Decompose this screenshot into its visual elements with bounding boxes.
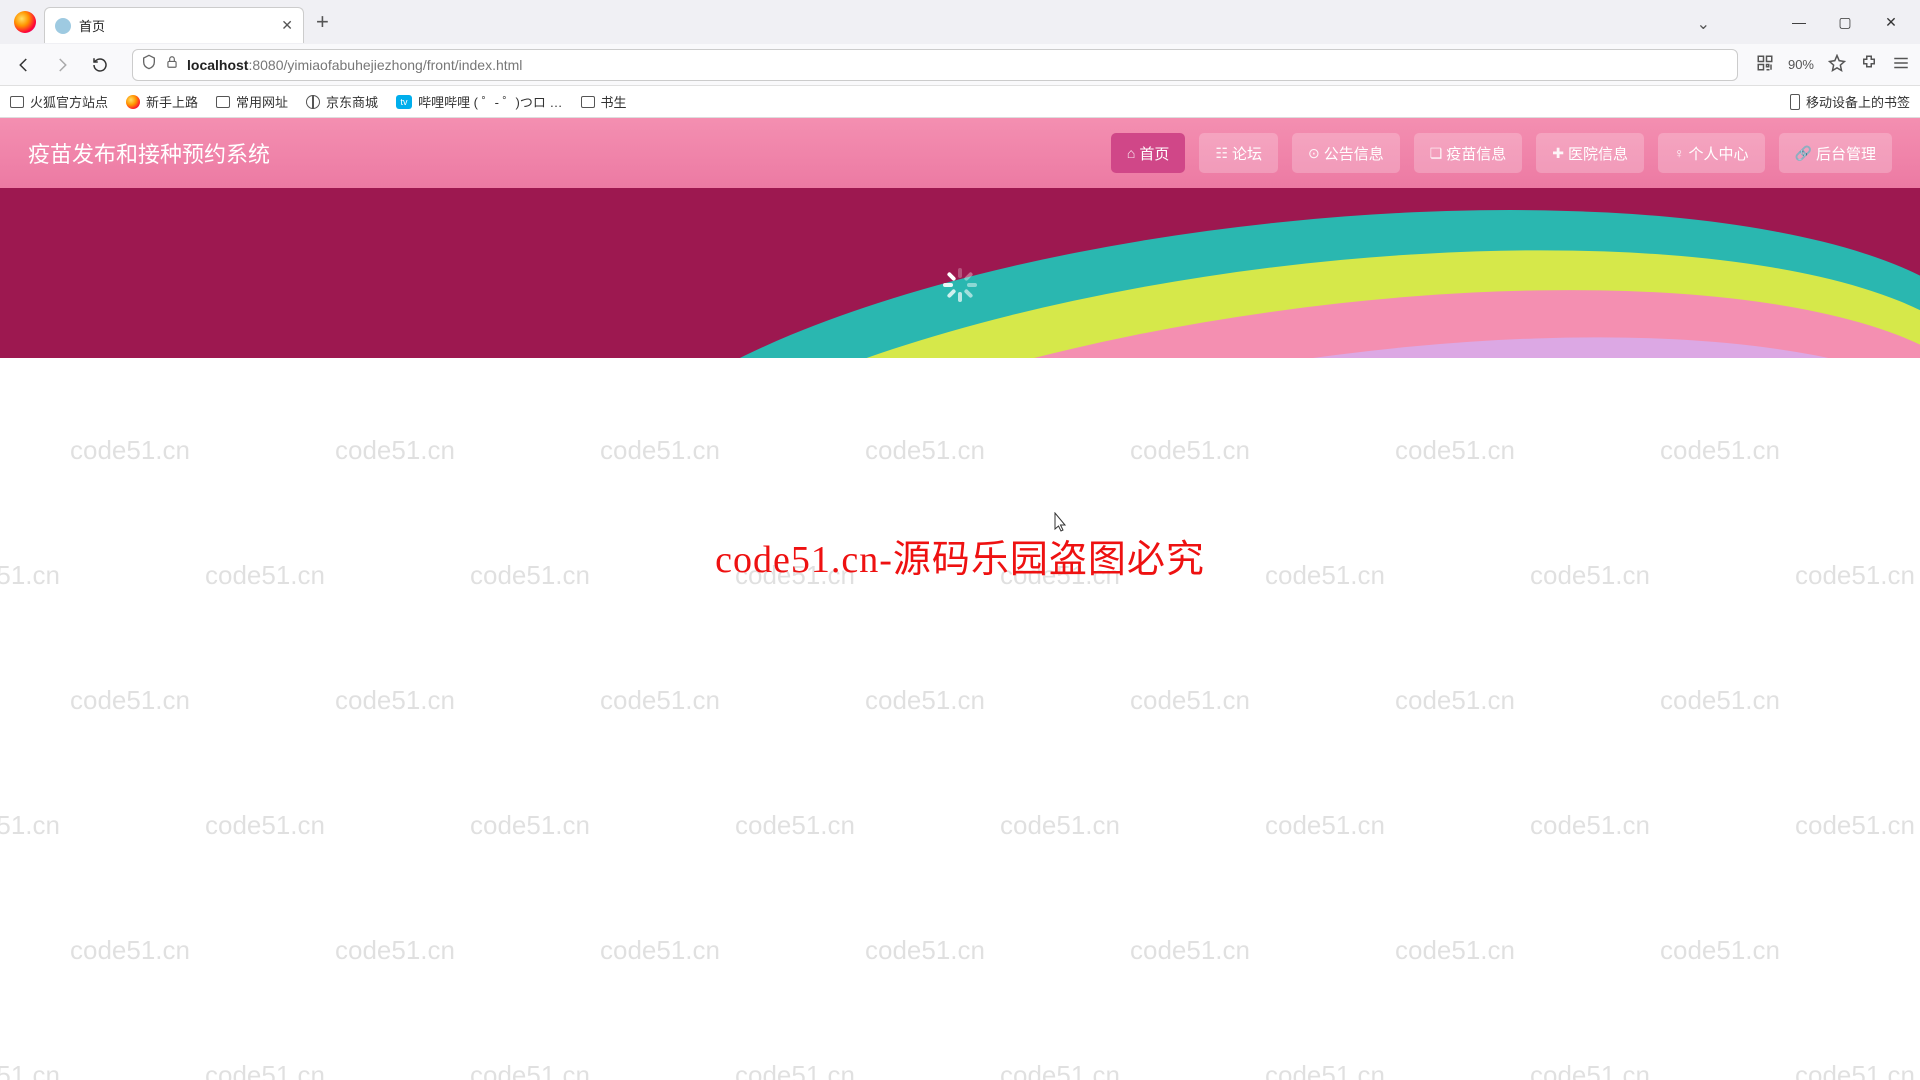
nav-item-icon: ⊙	[1308, 145, 1320, 162]
bookmark-item[interactable]: tv 哔哩哔哩 ( ゜- ゜)つロ …	[396, 92, 562, 111]
folder-icon	[216, 96, 230, 108]
nav-forward-button[interactable]	[48, 51, 76, 79]
mobile-bookmarks-button[interactable]: 移动设备上的书签	[1790, 92, 1910, 111]
bookmarks-bar: 火狐官方站点 新手上路 常用网址 京东商城 tv 哔哩哔哩 ( ゜- ゜)つロ … 书生 移…	[0, 86, 1920, 118]
bookmark-label: 常用网址	[236, 92, 288, 111]
lock-icon	[165, 55, 179, 74]
nav-item[interactable]: ✚医院信息	[1536, 133, 1644, 173]
mobile-bookmarks-label: 移动设备上的书签	[1806, 92, 1910, 111]
folder-icon	[581, 96, 595, 108]
nav-back-button[interactable]	[10, 51, 38, 79]
nav-item-icon: ⌂	[1127, 145, 1135, 161]
bookmark-item[interactable]: 新手上路	[126, 92, 198, 111]
phone-icon	[1790, 94, 1800, 110]
qr-icon[interactable]	[1756, 54, 1774, 75]
bookmark-item[interactable]: 京东商城	[306, 92, 378, 111]
shield-icon	[141, 54, 157, 75]
bookmark-item[interactable]: 书生	[581, 92, 627, 111]
nav-item-label: 疫苗信息	[1446, 143, 1506, 164]
zoom-level[interactable]: 90%	[1788, 57, 1814, 72]
loading-spinner-icon	[943, 268, 977, 302]
browser-tabstrip: 首页 ✕ + ⌄ — ▢ ✕	[0, 0, 1920, 44]
nav-item-label: 医院信息	[1568, 143, 1628, 164]
nav-item-icon: ✚	[1552, 145, 1564, 162]
address-bar[interactable]: localhost:8080/yimiaofabuhejiezhong/fron…	[132, 49, 1738, 81]
browser-toolbar: localhost:8080/yimiaofabuhejiezhong/fron…	[0, 44, 1920, 86]
nav-item[interactable]: ⊙公告信息	[1292, 133, 1400, 173]
tabs-dropdown-button[interactable]: ⌄	[1697, 14, 1710, 34]
url-text: localhost:8080/yimiaofabuhejiezhong/fron…	[187, 57, 522, 73]
nav-item-icon: 🔗	[1795, 145, 1812, 162]
app-menu-icon[interactable]	[1892, 54, 1910, 75]
site-header: 疫苗发布和接种预约系统 ⌂首页 ☷论坛 ⊙公告信息 ❏疫苗信息 ✚医院信息 ♀个人中心 🔗后…	[0, 118, 1920, 188]
new-tab-button[interactable]: +	[316, 11, 329, 33]
nav-item[interactable]: 🔗后台管理	[1779, 133, 1892, 173]
folder-icon	[10, 96, 24, 108]
watermark-notice: code51.cn-源码乐园盗图必究	[0, 528, 1920, 583]
site-title: 疫苗发布和接种预约系统	[28, 137, 270, 169]
hero-banner	[0, 188, 1920, 358]
bookmark-label: 京东商城	[326, 92, 378, 111]
nav-item[interactable]: ⌂首页	[1111, 133, 1185, 173]
nav-item-label: 论坛	[1232, 143, 1262, 164]
bookmark-label: 火狐官方站点	[30, 92, 108, 111]
globe-icon	[306, 95, 320, 109]
nav-item-label: 首页	[1139, 143, 1169, 164]
bookmark-label: 哔哩哔哩 ( ゜- ゜)つロ …	[418, 92, 562, 111]
nav-item-label: 公告信息	[1324, 143, 1384, 164]
nav-item-icon: ♀	[1674, 145, 1685, 161]
firefox-icon	[126, 95, 140, 109]
extensions-icon[interactable]	[1860, 54, 1878, 75]
nav-item-icon: ❏	[1430, 145, 1443, 162]
browser-tab[interactable]: 首页 ✕	[44, 7, 304, 43]
nav-item[interactable]: ☷论坛	[1199, 133, 1278, 173]
bookmark-label: 新手上路	[146, 92, 198, 111]
bookmark-star-icon[interactable]	[1828, 54, 1846, 75]
nav-item-icon: ☷	[1215, 145, 1228, 162]
tab-close-button[interactable]: ✕	[281, 17, 293, 34]
window-minimize-button[interactable]: —	[1776, 0, 1822, 44]
nav-item[interactable]: ♀个人中心	[1658, 133, 1765, 173]
firefox-logo-icon	[14, 11, 36, 33]
nav-reload-button[interactable]	[86, 51, 114, 79]
nav-item-label: 后台管理	[1816, 143, 1876, 164]
bookmark-item[interactable]: 火狐官方站点	[10, 92, 108, 111]
window-close-button[interactable]: ✕	[1868, 0, 1914, 44]
tab-favicon-icon	[55, 18, 71, 34]
window-restore-button[interactable]: ▢	[1822, 0, 1868, 44]
cursor-icon	[1050, 512, 1068, 540]
tab-title: 首页	[79, 16, 281, 35]
bilibili-icon: tv	[396, 95, 412, 109]
nav-item[interactable]: ❏疫苗信息	[1414, 133, 1523, 173]
bookmark-item[interactable]: 常用网址	[216, 92, 288, 111]
bookmark-label: 书生	[601, 92, 627, 111]
nav-item-label: 个人中心	[1689, 143, 1749, 164]
